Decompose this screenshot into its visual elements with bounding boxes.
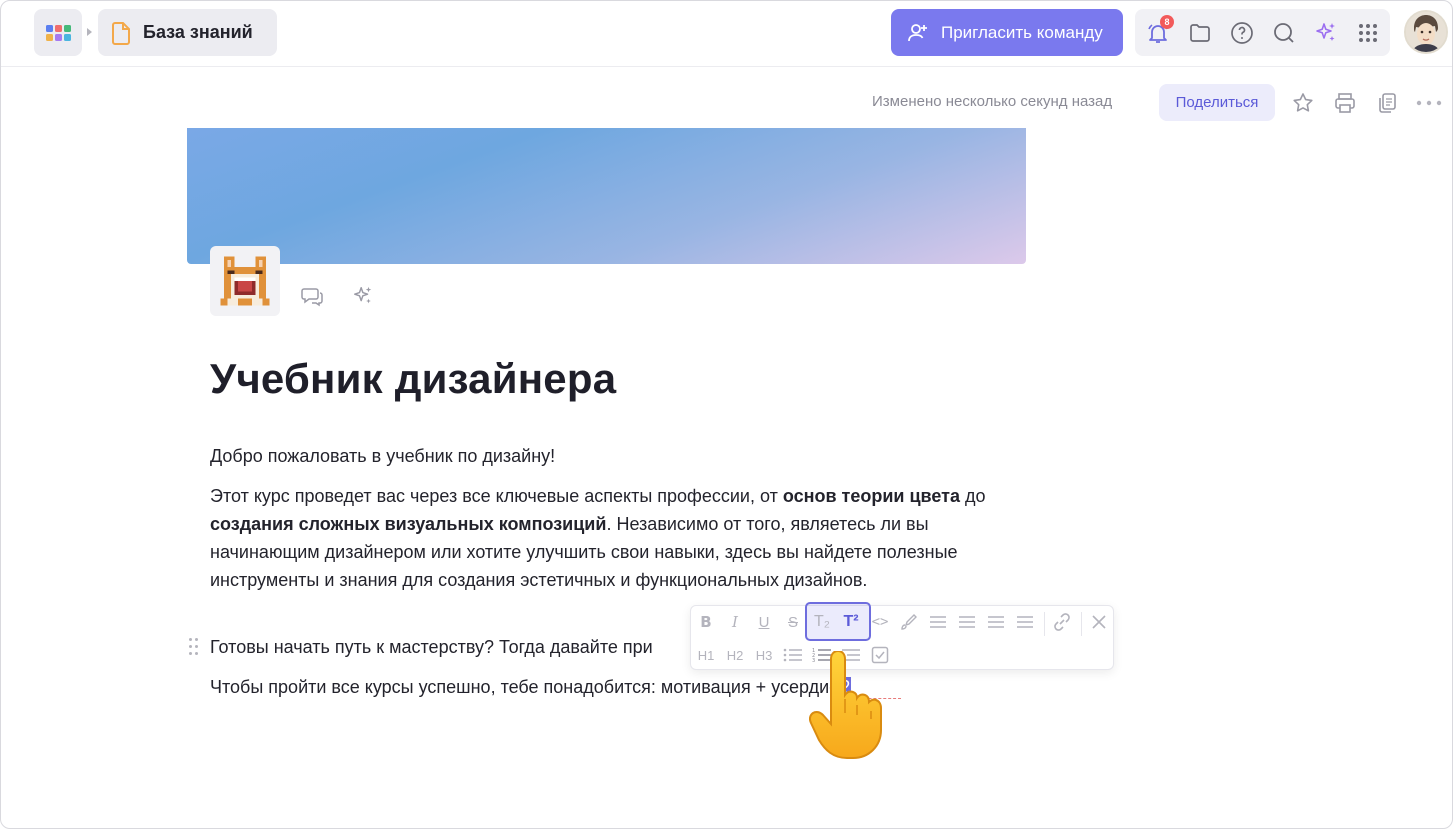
subscript-button[interactable]: T₂ <box>809 609 835 635</box>
bullet-list-icon <box>783 648 802 662</box>
cover-image[interactable] <box>187 128 1026 264</box>
apps-grid-icon <box>45 24 71 41</box>
close-icon <box>1092 615 1106 629</box>
sparkles-icon <box>1316 23 1335 41</box>
bullet-list-button[interactable] <box>780 642 806 668</box>
align-right-icon <box>988 616 1004 628</box>
favorite-button[interactable] <box>1289 89 1317 117</box>
avatar-image-icon <box>1406 12 1446 52</box>
add-user-icon <box>908 23 927 41</box>
heading-3-button[interactable]: H3 <box>751 642 777 668</box>
pointing-hand-cursor-icon <box>809 651 882 759</box>
align-left-button[interactable] <box>925 609 951 635</box>
intro-text-1: Этот курс проведет вас через все ключевы… <box>210 486 783 506</box>
more-dots-icon <box>1416 100 1442 106</box>
underline-button[interactable]: U <box>751 609 777 635</box>
paragraph-ready[interactable]: Готовы начать путь к мастерству? Тогда д… <box>210 633 653 661</box>
breadcrumb-separator-icon <box>87 28 92 36</box>
page-icon[interactable] <box>210 246 280 316</box>
files-button[interactable] <box>1186 19 1214 47</box>
formatting-toolbar: B I U S T₂ T² <> H1 H2 H3 1 2 3 <box>690 602 1114 670</box>
document-icon <box>112 21 130 45</box>
intro-bold-1: основ теории цвета <box>782 486 960 506</box>
intro-text-2: до <box>959 486 986 506</box>
more-options-button[interactable] <box>1415 89 1443 117</box>
help-icon <box>1231 22 1253 44</box>
grid-dots-icon <box>1359 24 1377 42</box>
share-button[interactable]: Поделиться <box>1159 84 1275 121</box>
clear-format-button[interactable] <box>1086 609 1112 635</box>
superscript-button[interactable]: T² <box>838 609 864 635</box>
comments-icon <box>301 288 323 307</box>
shiba-dog-emoji-icon <box>220 256 270 306</box>
print-button[interactable] <box>1331 89 1359 117</box>
copy-icon <box>1379 93 1396 113</box>
search-button[interactable] <box>1270 19 1298 47</box>
heading-1-button[interactable]: H1 <box>693 642 719 668</box>
modified-status: Изменено несколько секунд назад <box>872 93 1113 110</box>
link-icon <box>1054 613 1070 631</box>
search-icon <box>1274 23 1294 43</box>
link-button[interactable] <box>1049 609 1075 635</box>
top-actions: 8 <box>1135 9 1390 56</box>
align-center-button[interactable] <box>954 609 980 635</box>
user-avatar[interactable] <box>1404 10 1448 54</box>
toolbar-divider <box>1044 612 1045 636</box>
heading-2-button[interactable]: H2 <box>722 642 748 668</box>
star-icon <box>1293 93 1313 112</box>
code-button[interactable]: <> <box>867 609 893 635</box>
block-drag-handle-icon[interactable] <box>189 638 199 656</box>
align-right-button[interactable] <box>983 609 1009 635</box>
ai-assist-button[interactable] <box>351 284 375 308</box>
brush-icon <box>901 614 917 630</box>
toolbar-divider <box>1081 612 1082 636</box>
folder-icon <box>1190 24 1210 42</box>
align-justify-button[interactable] <box>1012 609 1038 635</box>
align-center-icon <box>959 616 975 628</box>
breadcrumb-title: База знаний <box>143 22 253 42</box>
invite-team-button[interactable]: Пригласить команду <box>891 9 1123 56</box>
align-justify-icon <box>1017 616 1033 628</box>
notification-badge: 8 <box>1160 15 1174 29</box>
breadcrumb[interactable]: База знаний <box>98 9 277 56</box>
top-bar: База знаний Пригласить команду 8 <box>1 1 1452 67</box>
comments-button[interactable] <box>300 284 324 308</box>
highlight-button[interactable] <box>896 609 922 635</box>
more-apps-button[interactable] <box>1354 19 1382 47</box>
paragraph-courses[interactable]: Чтобы пройти все курсы успешно, тебе пон… <box>210 673 852 701</box>
invite-button-label: Пригласить команду <box>941 22 1103 42</box>
help-button[interactable] <box>1228 19 1256 47</box>
strikethrough-button[interactable]: S <box>780 609 806 635</box>
document-title[interactable]: Учебник дизайнера <box>210 355 616 403</box>
copy-button[interactable] <box>1373 89 1401 117</box>
align-left-icon <box>930 616 946 628</box>
paragraph-welcome[interactable]: Добро пожаловать в учебник по дизайну! <box>210 442 555 470</box>
app-window: База знаний Пригласить команду 8 Изменен… <box>0 0 1453 829</box>
notifications-button[interactable]: 8 <box>1144 15 1174 47</box>
ai-button[interactable] <box>1312 19 1340 47</box>
sparkles-icon <box>354 286 372 304</box>
courses-text: Чтобы пройти все курсы успешно, тебе пон… <box>210 677 840 697</box>
intro-bold-2: создания сложных визуальных композиций <box>210 514 607 534</box>
italic-button[interactable]: I <box>722 609 748 635</box>
paragraph-intro[interactable]: Этот курс проведет вас через все ключевы… <box>210 482 990 594</box>
bold-button[interactable]: B <box>693 609 719 635</box>
printer-icon <box>1335 93 1355 113</box>
apps-menu-button[interactable] <box>34 9 82 56</box>
